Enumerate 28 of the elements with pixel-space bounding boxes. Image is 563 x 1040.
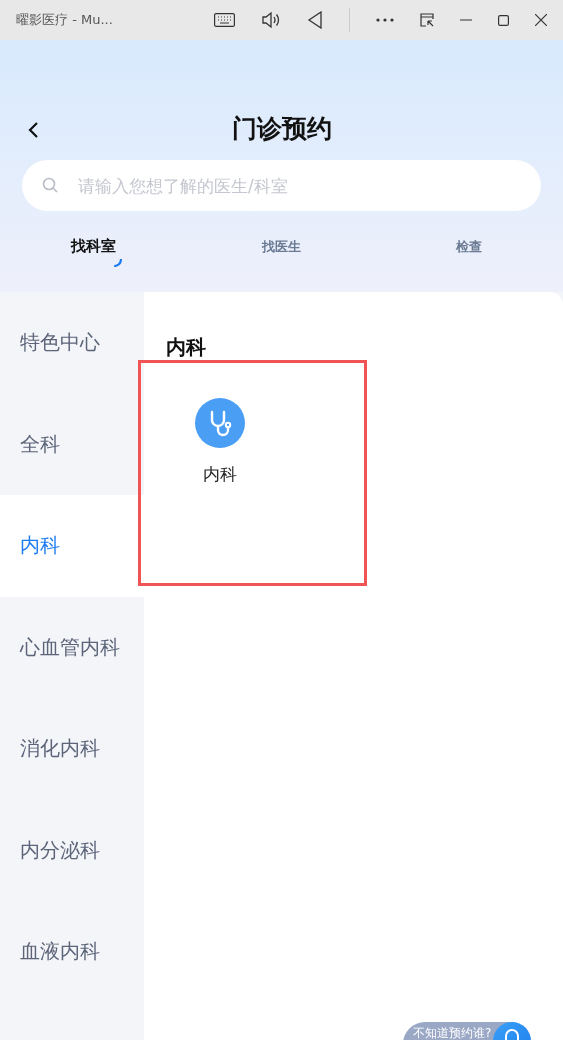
tab[interactable]: 找科室 xyxy=(65,235,123,268)
search-field[interactable]: 请输入您想了解的医生/科室 xyxy=(22,160,541,211)
sidebar-item[interactable]: 消化内科 xyxy=(0,698,144,800)
department-label[interactable]: 内科 xyxy=(203,462,237,488)
headset-icon xyxy=(504,1028,520,1040)
maximize-icon[interactable] xyxy=(498,14,509,26)
page-title: 门诊预约 xyxy=(230,113,333,145)
screenshot-icon[interactable] xyxy=(420,13,434,27)
more-icon[interactable] xyxy=(376,18,394,22)
sidebar-item[interactable]: 内分泌科 xyxy=(0,799,144,901)
back-triangle-icon[interactable] xyxy=(307,11,323,29)
help-label: 不知道预约谁? xyxy=(413,1025,492,1040)
stethoscope-icon xyxy=(195,398,245,448)
keyboard-icon[interactable] xyxy=(214,13,235,27)
sidebar-item[interactable]: 全科 xyxy=(0,393,144,495)
close-icon[interactable] xyxy=(535,14,547,26)
sidebar-item[interactable]: 内科 xyxy=(0,495,144,597)
tab-indicator xyxy=(114,259,123,267)
sidebar-item[interactable]: 血液内科 xyxy=(0,901,144,1003)
tab[interactable]: 找医生 xyxy=(256,235,307,268)
section-heading: 内科 xyxy=(166,334,206,361)
sidebar-item[interactable]: 特色中心 xyxy=(0,292,144,394)
window-title: 曜影医疗 - Mu... xyxy=(16,11,114,30)
search-icon xyxy=(42,177,58,193)
speaker-icon[interactable] xyxy=(261,11,281,29)
back-icon[interactable] xyxy=(28,122,39,138)
sidebar-item[interactable]: 心血管内科 xyxy=(0,596,144,698)
tab[interactable]: 检查 xyxy=(450,235,489,268)
